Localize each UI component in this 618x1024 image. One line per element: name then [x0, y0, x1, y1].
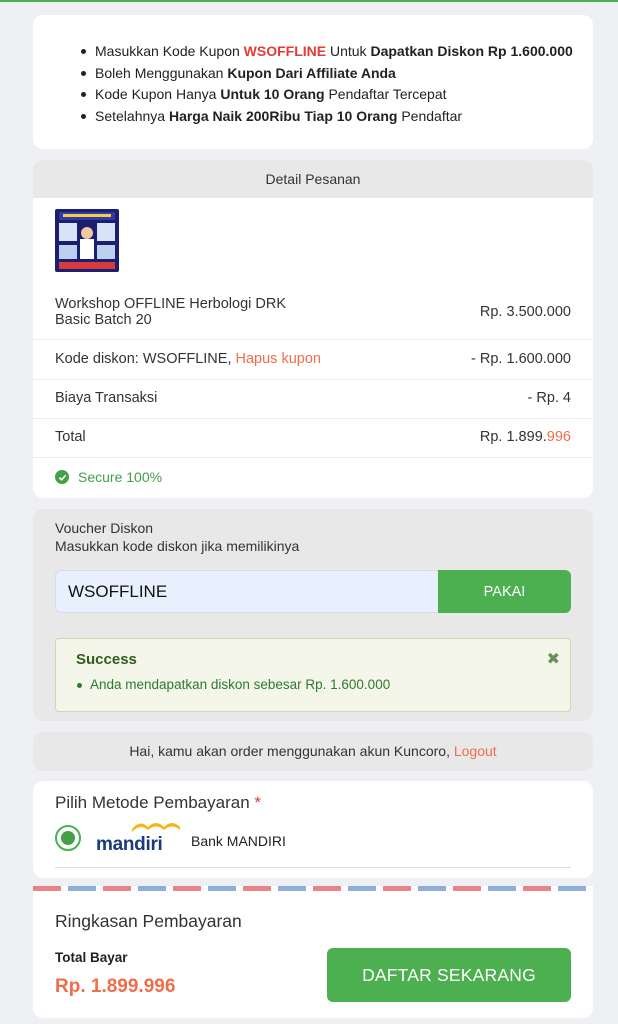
divider	[55, 867, 571, 868]
voucher-code-input[interactable]	[55, 570, 438, 613]
voucher-subtitle: Masukkan kode diskon jika memilikinya	[55, 538, 300, 554]
divider	[33, 457, 593, 458]
divider	[33, 379, 593, 380]
product-name: Workshop OFFLINE Herbologi DRK Basic Bat…	[55, 296, 287, 328]
required-mark: *	[254, 793, 262, 812]
order-details-header: Detail Pesanan	[33, 160, 593, 198]
register-now-button[interactable]: DAFTAR SEKARANG	[327, 948, 571, 1002]
fee-value: - Rp. 4	[527, 390, 571, 406]
total-row: Total Rp. 1.899.996	[55, 427, 571, 447]
product-price: Rp. 3.500.000	[479, 304, 571, 320]
radio-button-selected[interactable]	[55, 825, 81, 851]
payment-summary-card: Ringkasan Pembayaran Total Bayar Rp. 1.8…	[33, 886, 593, 1018]
payment-method-card: Pilih Metode Pembayaran * mandiri Bank M…	[33, 781, 593, 878]
promo-line-coupon: Masukkan Kode Kupon WSOFFLINE Untuk Dapa…	[81, 41, 573, 63]
summary-title: Ringkasan Pembayaran	[55, 911, 242, 931]
discount-value: - Rp. 1.600.000	[471, 351, 571, 367]
voucher-form: PAKAI	[55, 570, 571, 613]
apply-voucher-button[interactable]: PAKAI	[438, 570, 571, 613]
airmail-border	[33, 886, 593, 891]
payment-method-title: Pilih Metode Pembayaran *	[55, 793, 262, 812]
unique-code: 996	[546, 429, 571, 445]
promo-line-affiliate: Boleh Menggunakan Kupon Dari Affiliate A…	[81, 63, 573, 85]
fee-label: Biaya Transaksi	[55, 390, 158, 406]
secure-badge: Secure 100%	[55, 469, 162, 485]
alert-message: Anda mendapatkan diskon sebesar Rp. 1.60…	[76, 677, 550, 692]
total-pay-label: Total Bayar	[55, 950, 128, 965]
close-icon[interactable]: ✖	[547, 649, 560, 669]
payment-option-mandiri[interactable]: mandiri Bank MANDIRI	[55, 823, 286, 855]
promo-line-price-increase: Setelahnya Harga Naik 200Ribu Tiap 10 Or…	[81, 106, 573, 128]
divider	[33, 418, 593, 419]
bank-name: Bank MANDIRI	[191, 833, 286, 849]
radio-dot	[61, 831, 75, 845]
success-alert: Success ✖ Anda mendapatkan diskon sebesa…	[55, 638, 571, 712]
product-row: Workshop OFFLINE Herbologi DRK Basic Bat…	[55, 292, 571, 332]
promo-card: Masukkan Kode Kupon WSOFFLINE Untuk Dapa…	[33, 15, 593, 149]
total-pay-value: Rp. 1.899.996	[55, 976, 176, 997]
voucher-card: Voucher Diskon Masukkan kode diskon jika…	[33, 509, 593, 721]
promo-list: Masukkan Kode Kupon WSOFFLINE Untuk Dapa…	[81, 41, 573, 128]
promo-line-limit: Kode Kupon Hanya Untuk 10 Orang Pendafta…	[81, 84, 573, 106]
top-accent-line	[0, 0, 618, 2]
discount-label: Kode diskon: WSOFFLINE, Hapus kupon	[55, 351, 321, 367]
voucher-title: Voucher Diskon	[55, 520, 154, 536]
account-bar: Hai, kamu akan order menggunakan akun Ku…	[33, 732, 593, 771]
divider	[33, 339, 593, 340]
mandiri-logo: mandiri	[96, 823, 188, 855]
remove-coupon-link[interactable]: Hapus kupon	[236, 351, 321, 367]
alert-title: Success	[76, 651, 137, 668]
total-label: Total	[55, 429, 86, 445]
check-circle-icon	[55, 470, 69, 484]
order-details-card: Detail Pesanan Workshop OFFLINE Herbolog…	[33, 160, 593, 498]
logout-link[interactable]: Logout	[454, 743, 497, 759]
coupon-code-highlight: WSOFFLINE	[243, 43, 327, 59]
total-value: Rp. 1.899.996	[479, 429, 571, 445]
discount-row: Kode diskon: WSOFFLINE, Hapus kupon - Rp…	[55, 349, 571, 369]
product-thumbnail	[55, 209, 119, 272]
fee-row: Biaya Transaksi - Rp. 4	[55, 388, 571, 408]
account-text: Hai, kamu akan order menggunakan akun Ku…	[129, 743, 454, 759]
